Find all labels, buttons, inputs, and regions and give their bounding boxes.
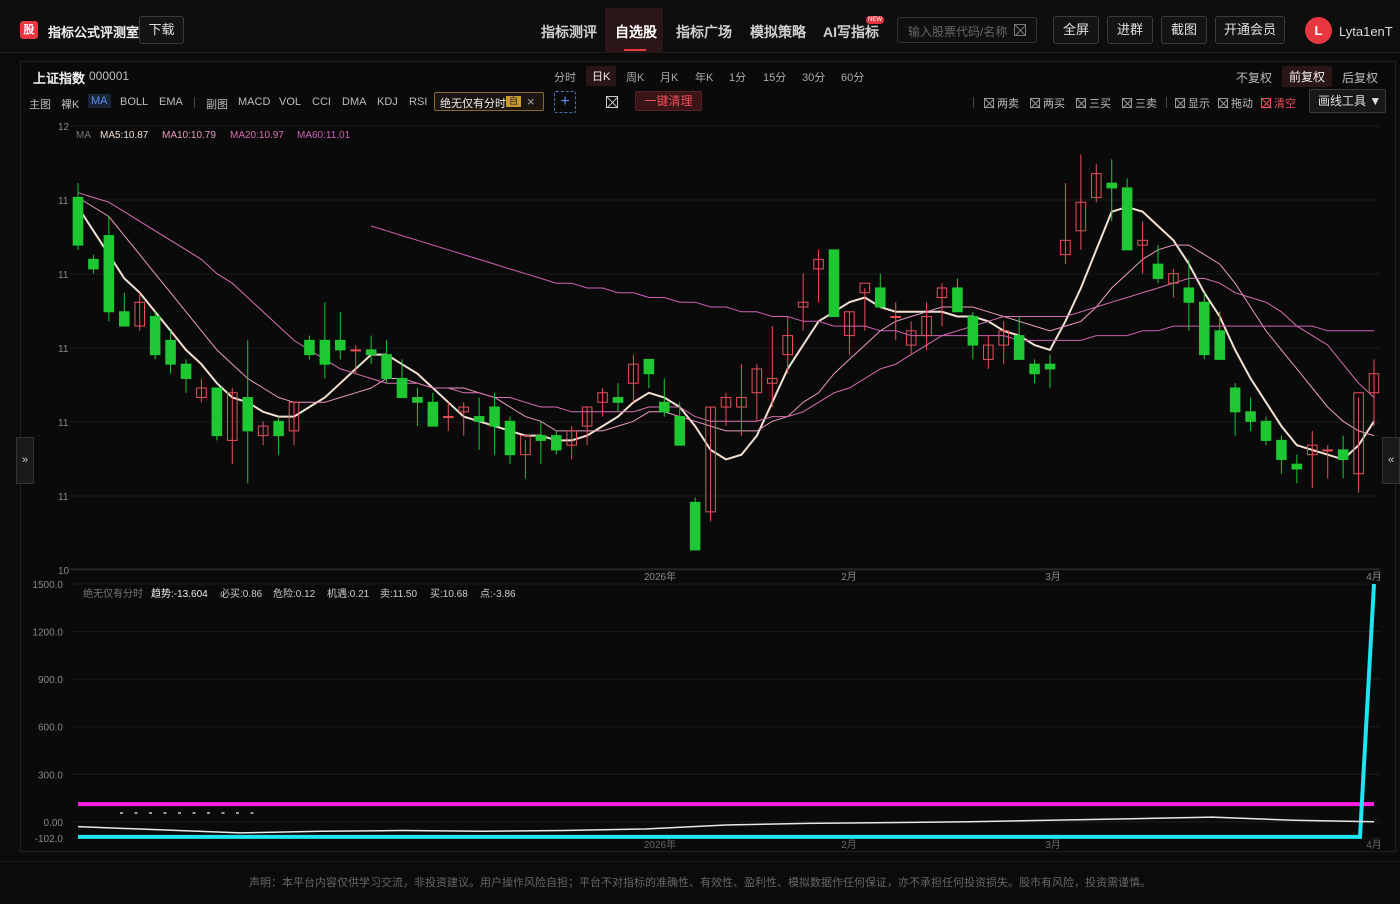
toggle-label: 两卖 — [997, 98, 1019, 110]
clear-all-button[interactable]: 一键清理 — [635, 91, 702, 111]
nav-active-underline — [624, 49, 646, 51]
period-15min[interactable]: 15分 — [763, 69, 786, 85]
draw-tools-dropdown[interactable]: 画线工具 ▼ — [1309, 89, 1386, 113]
toggle-label: 两买 — [1043, 98, 1065, 110]
toggle-two-sell[interactable]: 两卖 — [984, 95, 1019, 111]
checkbox-icon — [1122, 98, 1132, 108]
toggle-two-buy[interactable]: 两买 — [1030, 95, 1065, 111]
checkbox-icon — [1175, 98, 1185, 108]
expand-right-handle[interactable]: « — [1382, 437, 1400, 484]
toggle-clear[interactable]: 清空 — [1261, 95, 1296, 111]
avatar[interactable]: L — [1305, 17, 1332, 44]
draw-tools-label: 画线工具 — [1318, 94, 1367, 108]
period-daily[interactable]: 日K — [586, 66, 617, 86]
new-badge: NEW — [866, 16, 884, 24]
toggle-label: 三买 — [1089, 98, 1111, 110]
ind-vol[interactable]: VOL — [279, 96, 301, 108]
app-logo: 股 — [20, 21, 38, 39]
toggle-drag[interactable]: 拖动 — [1218, 95, 1253, 111]
search-input[interactable]: 输入股票代码/名称 — [897, 17, 1037, 43]
ind-ma[interactable]: MA — [88, 94, 111, 108]
disclaimer: 声明：本平台内容仅供学习交流，非投资建议。用户操作风险自担；平台不对指标的准确性… — [0, 861, 1400, 900]
checkbox-icon — [984, 98, 994, 108]
stock-name: 上证指数 — [33, 71, 86, 86]
ind-cci[interactable]: CCI — [312, 96, 331, 108]
toggle-label: 显示 — [1188, 98, 1210, 110]
search-placeholder: 输入股票代码/名称 — [908, 25, 1008, 39]
nav-indicator-review[interactable]: 指标测评 — [541, 22, 597, 42]
stock-code: 000001 — [89, 69, 130, 83]
period-yearly[interactable]: 年K — [695, 69, 713, 85]
formula-chip-label: 绝无仅有分时 — [440, 98, 506, 110]
period-60min[interactable]: 60分 — [841, 69, 864, 85]
top-bar: 股 指标公式评测室 下载 指标测评 自选股 指标广场 模拟策略 AI写指标 NE… — [0, 0, 1400, 53]
nav-watchlist[interactable]: 自选股 — [615, 22, 657, 42]
download-button[interactable]: 下载 — [139, 16, 184, 44]
formula-chip[interactable]: 绝无仅有分时 自 × — [434, 92, 544, 111]
app-title: 指标公式评测室 — [48, 25, 140, 40]
nav-indicator-square[interactable]: 指标广场 — [676, 22, 732, 42]
fullscreen-button[interactable]: 全屏 — [1053, 16, 1099, 44]
period-timeline[interactable]: 分时 — [554, 69, 576, 85]
checkbox-icon — [1076, 98, 1086, 108]
period-monthly[interactable]: 月K — [660, 69, 678, 85]
caret-down-icon: ▼ — [1369, 94, 1382, 108]
toggle-show[interactable]: 显示 — [1175, 95, 1210, 111]
expand-left-handle[interactable]: » — [16, 437, 34, 484]
toggle-three-sell[interactable]: 三卖 — [1122, 95, 1157, 111]
chart-panel — [20, 61, 1396, 852]
checkbox-icon — [1261, 98, 1271, 108]
nav-ai-indicator[interactable]: AI写指标 — [823, 22, 879, 42]
toggle-label: 三卖 — [1135, 98, 1157, 110]
ind-boll[interactable]: BOLL — [120, 96, 148, 108]
toggle-label: 拖动 — [1231, 98, 1253, 110]
ind-dma[interactable]: DMA — [342, 96, 366, 108]
sub-chart-label: 副图 — [206, 99, 228, 111]
period-1min[interactable]: 1分 — [729, 69, 746, 85]
checkbox-icon — [1218, 98, 1228, 108]
adjust-none[interactable]: 不复权 — [1236, 69, 1272, 86]
toggle-label: 清空 — [1274, 98, 1296, 110]
ind-bare-k[interactable]: 裸K — [61, 96, 79, 112]
adjust-backward[interactable]: 后复权 — [1342, 69, 1378, 86]
screenshot-button[interactable]: 截图 — [1161, 16, 1207, 44]
ind-ema[interactable]: EMA — [159, 96, 183, 108]
close-icon[interactable]: × — [527, 94, 535, 109]
period-weekly[interactable]: 周K — [626, 69, 644, 85]
checkbox-icon — [1030, 98, 1040, 108]
nav-sim-strategy[interactable]: 模拟策略 — [750, 22, 806, 42]
username[interactable]: Lyta1enT — [1339, 24, 1393, 39]
membership-button[interactable]: 开通会员 — [1215, 16, 1285, 44]
divider — [1166, 97, 1167, 108]
adjust-forward[interactable]: 前复权 — [1282, 66, 1333, 87]
main-chart-label: 主图 — [29, 99, 51, 111]
formula-chip-tag: 自 — [506, 96, 522, 107]
divider — [194, 97, 195, 108]
toggle-box-icon[interactable] — [606, 96, 618, 108]
clear-search-icon[interactable] — [1014, 24, 1026, 36]
toggle-three-buy[interactable]: 三买 — [1076, 95, 1111, 111]
add-indicator-button[interactable]: + — [554, 91, 576, 113]
period-30min[interactable]: 30分 — [802, 69, 825, 85]
ind-macd[interactable]: MACD — [238, 96, 270, 108]
join-group-button[interactable]: 进群 — [1107, 16, 1153, 44]
divider — [973, 97, 974, 108]
ind-kdj[interactable]: KDJ — [377, 96, 398, 108]
ind-rsi[interactable]: RSI — [409, 96, 427, 108]
